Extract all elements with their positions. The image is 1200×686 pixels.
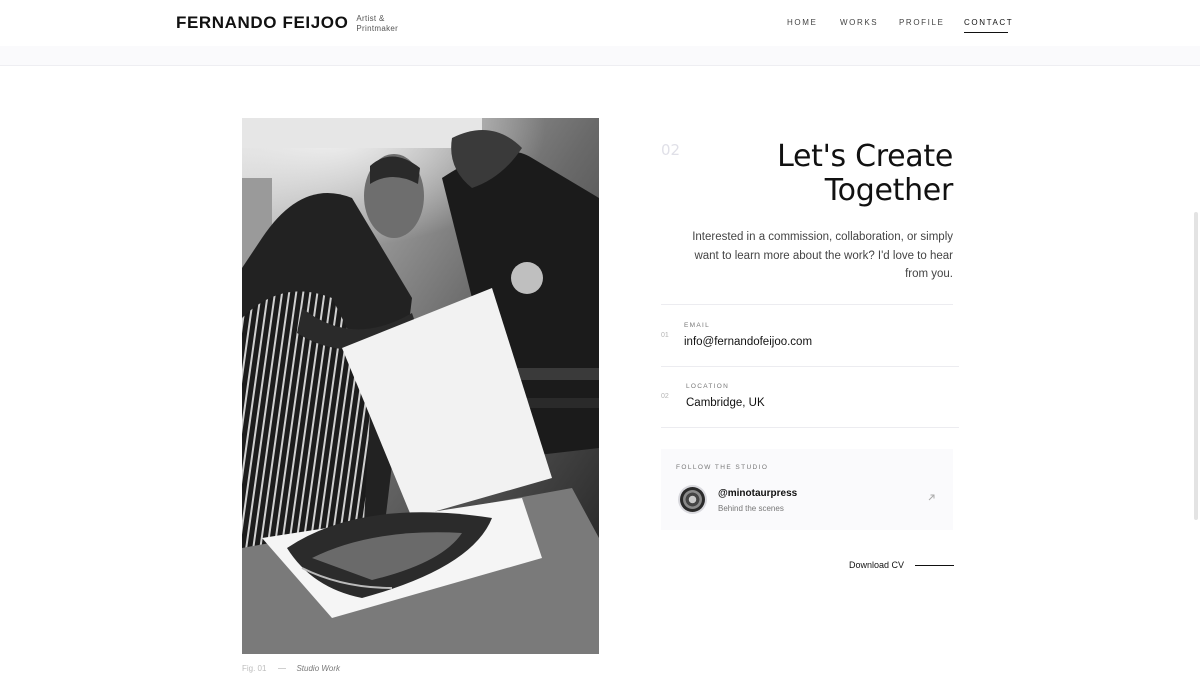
social-handle[interactable]: @minotaurpress [718, 488, 797, 499]
site-header: FERNANDO FEIJOO Artist & Printmaker HOME… [0, 0, 1200, 46]
nav-profile[interactable]: PROFILE [899, 18, 944, 27]
brand-tagline: Artist & Printmaker [356, 14, 399, 33]
nav-works[interactable]: WORKS [840, 18, 878, 27]
divider [661, 304, 953, 305]
social-card[interactable]: FOLLOW THE STUDIO @minotaurpress Behind … [661, 449, 953, 530]
divider [661, 427, 959, 428]
photo-caption: Fig. 01 Studio Work [242, 664, 340, 673]
page-title: Let's Create Together [693, 140, 953, 208]
active-nav-indicator [964, 32, 1008, 33]
nav-home[interactable]: HOME [787, 18, 817, 27]
brand[interactable]: FERNANDO FEIJOO Artist & Printmaker [176, 13, 406, 34]
location-label: LOCATION [686, 383, 730, 390]
headline-line-1: Let's Create [777, 139, 953, 174]
studio-photo [242, 118, 599, 654]
section-number: 02 [661, 141, 681, 159]
email-row: 01 EMAIL info@fernandofeijoo.com [661, 314, 959, 364]
location-row: 02 LOCATION Cambridge, UK [661, 375, 959, 425]
social-subtitle: Behind the scenes [718, 504, 784, 513]
avatar [678, 485, 707, 514]
social-heading: FOLLOW THE STUDIO [676, 464, 769, 471]
headline-line-2: Together [824, 173, 954, 208]
download-cv-link[interactable]: Download CV [849, 560, 955, 570]
scrollbar[interactable] [1194, 212, 1198, 520]
divider [661, 366, 959, 367]
arrow-up-right-icon[interactable] [927, 493, 937, 503]
brand-name[interactable]: FERNANDO FEIJOO [176, 13, 348, 33]
intro-text: Interested in a commission, collaboratio… [692, 231, 953, 280]
studio-photo-illustration [242, 118, 599, 654]
figure-title: Studio Work [296, 664, 341, 673]
caption-divider [278, 668, 287, 669]
location-value: Cambridge, UK [686, 397, 765, 409]
email-link[interactable]: info@fernandofeijoo.com [684, 336, 812, 348]
header-band [0, 46, 1200, 66]
nav-contact[interactable]: CONTACT [964, 18, 1013, 27]
figure-label: Fig. 01 [242, 664, 267, 673]
email-label: EMAIL [684, 322, 711, 329]
download-cv-label[interactable]: Download CV [849, 560, 904, 570]
cv-underline [915, 564, 955, 566]
email-index: 01 [661, 332, 669, 339]
location-index: 02 [661, 393, 669, 400]
